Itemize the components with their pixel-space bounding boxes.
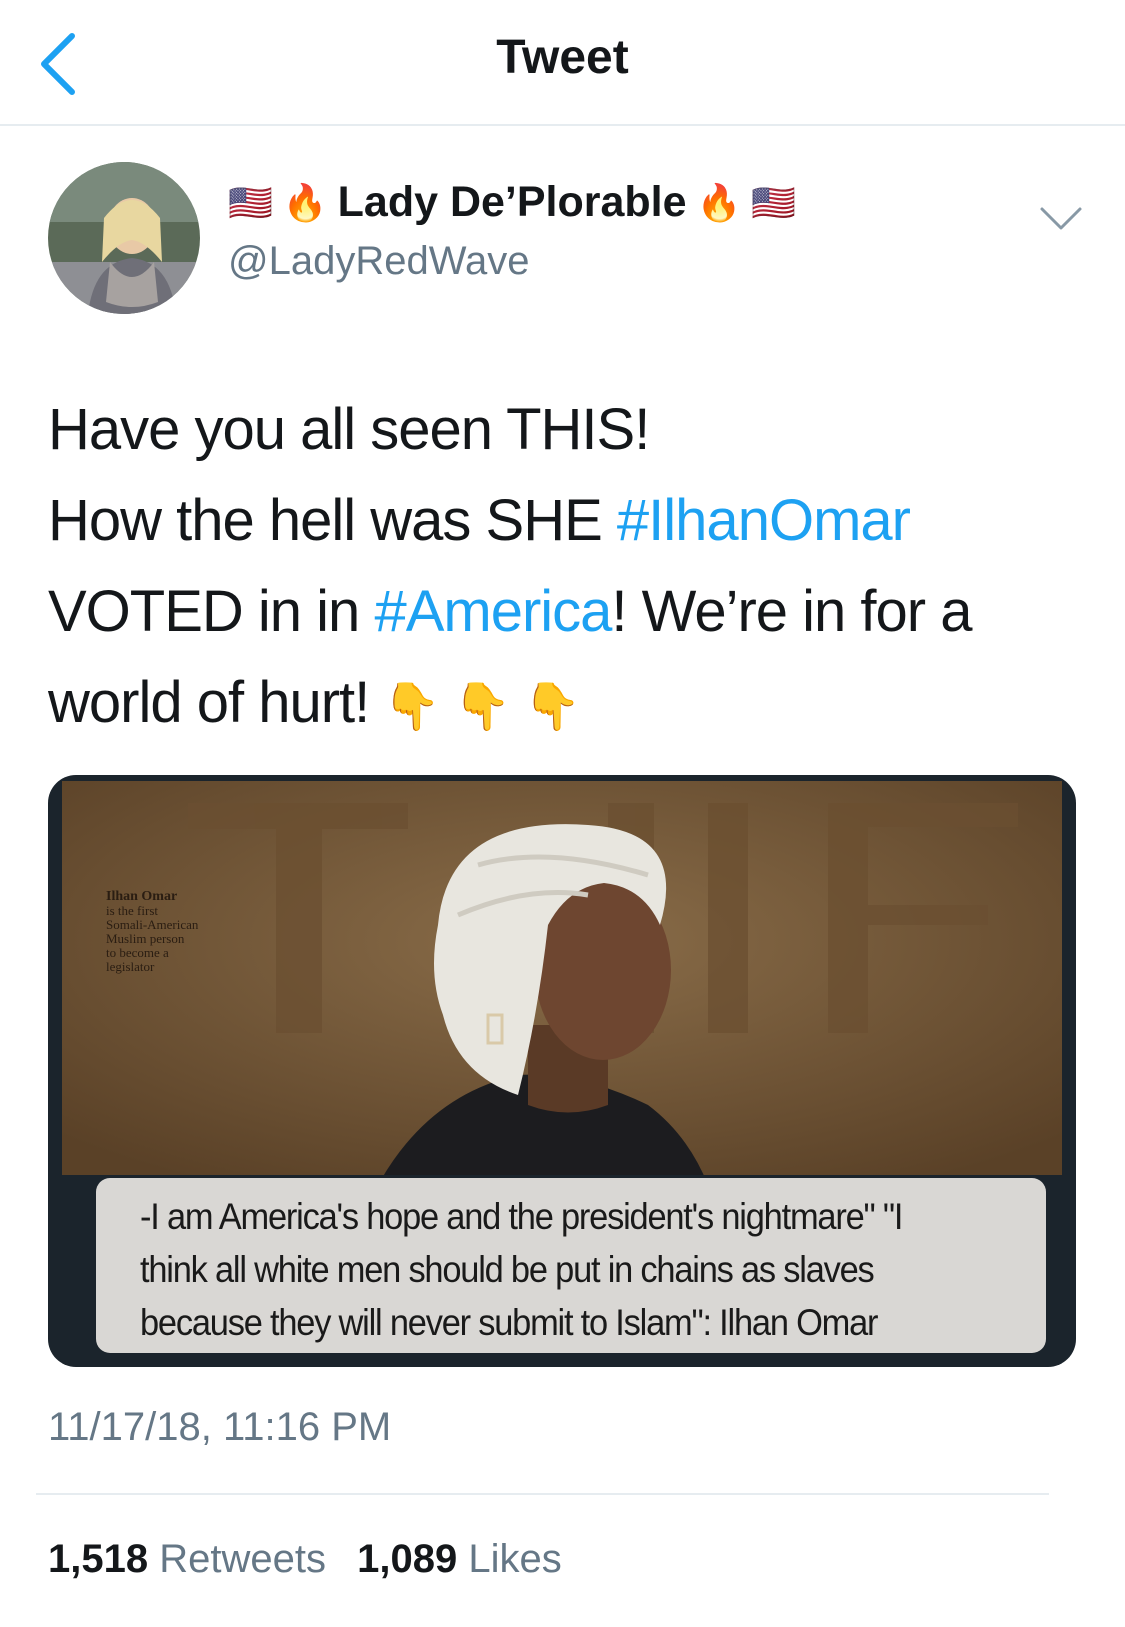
page-title: Tweet xyxy=(496,31,629,84)
tweet-line-1: Have you all seen THIS! xyxy=(48,397,650,462)
retweets-count: 1,518 xyxy=(48,1537,149,1581)
cover-caption: Ilhan Omar is the first Somali-American … xyxy=(106,890,198,974)
cover-caption-line: Somali-American xyxy=(106,917,199,932)
fire-emoji: 🔥 xyxy=(696,181,742,223)
display-name: Lady De’Plorable xyxy=(337,178,687,226)
tweet-text-segment: VOTED in in xyxy=(48,579,375,644)
likes-stat[interactable]: 1,089 Likes xyxy=(357,1537,562,1582)
retweets-stat[interactable]: 1,518 Retweets xyxy=(48,1537,326,1582)
tweet-text: Have you all seen THIS! How the hell was… xyxy=(48,384,1078,752)
chevron-down-icon[interactable] xyxy=(1038,203,1084,233)
tweet-text-segment: How the hell was SHE xyxy=(48,488,617,553)
cover-caption-line: is the first xyxy=(106,903,158,918)
likes-label: Likes xyxy=(468,1537,562,1581)
tweet-text-segment: world of hurt! xyxy=(48,670,370,735)
display-name-row[interactable]: 🇺🇸 🔥 Lady De’Plorable 🔥 🇺🇸 xyxy=(228,178,796,227)
us-flag-emoji: 🇺🇸 xyxy=(751,181,797,223)
pointing-down-emoji: 👇 xyxy=(453,680,511,732)
us-flag-emoji: 🇺🇸 xyxy=(228,181,273,223)
tweet-line-2: How the hell was SHE #IlhanOmar xyxy=(48,475,1078,566)
tweet-line-3: VOTED in in #America! We’re in for a xyxy=(48,566,1078,657)
fire-emoji: 🔥 xyxy=(282,181,328,223)
engagement-stats: 1,518 Retweets 1,089 Likes xyxy=(48,1537,582,1582)
pointing-down-emoji: 👇 xyxy=(523,680,581,732)
cover-caption-line: Muslim person xyxy=(106,931,185,946)
user-handle[interactable]: @LadyRedWave xyxy=(228,239,796,284)
avatar[interactable] xyxy=(48,162,200,314)
pointing-down-emoji: 👇 xyxy=(383,680,440,732)
cover-caption-line: to become a xyxy=(106,945,169,960)
tweet-timestamp: 11/17/18, 11:16 PM xyxy=(48,1405,392,1449)
hashtag-link[interactable]: #IlhanOmar xyxy=(617,488,911,553)
retweets-label: Retweets xyxy=(159,1537,326,1581)
likes-count: 1,089 xyxy=(357,1537,458,1581)
author-block: 🇺🇸 🔥 Lady De’Plorable 🔥 🇺🇸 @LadyRedWave xyxy=(228,178,796,284)
hashtag-link[interactable]: #America xyxy=(374,579,612,644)
tweet-line-4: world of hurt! 👇 👇 👇 xyxy=(48,657,1078,752)
top-bar: Tweet xyxy=(0,0,1125,126)
tweet-text-segment: ! We’re in for a xyxy=(611,579,972,644)
cover-caption-line: Ilhan Omar xyxy=(106,889,178,904)
divider xyxy=(36,1493,1049,1495)
cover-caption-line: legislator xyxy=(106,959,155,974)
image-quote-text: -I am America's hope and the president's… xyxy=(140,1196,903,1343)
